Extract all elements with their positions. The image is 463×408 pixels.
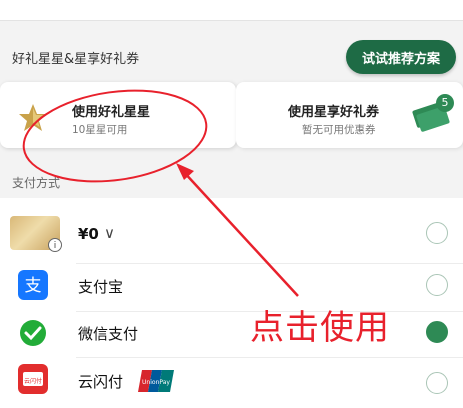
alipay-label[interactable]: 支付宝 — [78, 276, 123, 297]
coupon-count-badge: 5 — [436, 94, 454, 112]
row-divider — [76, 357, 463, 358]
top-strip — [0, 0, 463, 21]
radio-gift-card[interactable] — [426, 222, 448, 244]
info-icon[interactable]: i — [48, 238, 62, 252]
chevron-down-icon[interactable]: ∨ — [104, 224, 115, 242]
click-to-use-annotation: 点击使用 — [250, 308, 390, 348]
star-icon — [19, 104, 47, 131]
coupon-unavailable-text: 暂无可用优惠券 — [302, 124, 376, 136]
use-coupon-title: 使用星享好礼券 — [288, 105, 380, 120]
radio-cloudpay[interactable] — [426, 372, 448, 394]
wechat-pay-icon — [18, 318, 48, 348]
alipay-icon: 支 — [18, 270, 48, 300]
gift-card-balance[interactable]: ¥0 — [78, 225, 99, 243]
payment-methods-list — [0, 198, 463, 408]
wechat-pay-label[interactable]: 微信支付 — [78, 323, 138, 344]
radio-alipay[interactable] — [426, 274, 448, 296]
cloudpay-label[interactable]: 云闪付 — [78, 371, 123, 392]
stars-available-text: 10星星可用 — [72, 124, 128, 136]
unionpay-logo: UnionPay — [138, 370, 174, 392]
alipay-glyph: 支 — [25, 276, 42, 296]
payment-section-label: 支付方式 — [12, 176, 61, 190]
cloudpay-icon-text: 云闪付 — [24, 377, 42, 385]
row-divider — [76, 263, 463, 264]
radio-wechat-pay[interactable] — [426, 321, 448, 343]
unionpay-text: UnionPay — [142, 379, 170, 386]
suggest-plan-button[interactable]: 试试推荐方案 — [346, 40, 456, 74]
cloudpay-icon: 云闪付 — [18, 364, 48, 394]
use-stars-title: 使用好礼星星 — [72, 105, 151, 120]
section-title: 好礼星星&星享好礼券 — [12, 52, 140, 67]
